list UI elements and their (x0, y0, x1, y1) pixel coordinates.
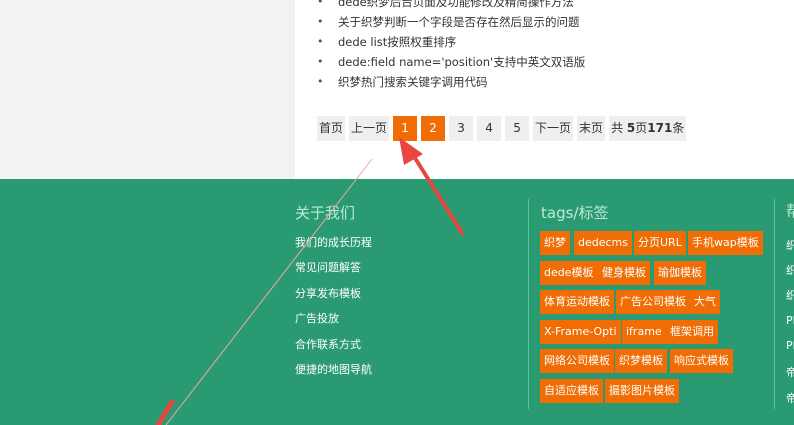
help-title: 帮 (786, 202, 794, 220)
tag-item[interactable]: 手机wap模板 (688, 231, 763, 255)
tag-item[interactable]: 自适应模板 (540, 379, 603, 403)
about-links: 我们的成长历程 常见问题解答 分享发布模板 广告投放 合作联系方式 便捷的地图导… (295, 235, 372, 387)
bullet-icon: • (317, 0, 324, 8)
items-unit: 条 (672, 121, 685, 135)
footer-link[interactable]: 织 (786, 262, 794, 278)
about-us-title: 关于我们 (295, 204, 356, 222)
footer-link[interactable]: 织 (786, 237, 794, 253)
bullet-icon: • (317, 15, 324, 28)
related-article-list: • dede织梦后台页面及功能修改及精简操作方法 • 关于织梦判断一个字段是否存在然… (317, 0, 585, 92)
bullet-icon: • (317, 35, 324, 48)
footer-divider (528, 199, 529, 409)
tag-item[interactable]: 广告公司模板 (616, 290, 690, 314)
pagination: 首页 上一页 1 2 3 4 5 下一页 末页 共 5页171条 (317, 116, 690, 141)
footer-link[interactable]: 合作联系方式 (295, 337, 372, 362)
article-link[interactable]: dede list按照权重排序 (338, 35, 456, 49)
page-4-link[interactable]: 4 (477, 116, 502, 141)
tag-item[interactable]: iframe (622, 320, 666, 344)
footer-link[interactable]: 我们的成长历程 (295, 235, 372, 260)
total-pages: 5 (626, 121, 636, 135)
tag-item[interactable]: 摄影图片模板 (605, 379, 679, 403)
footer-link[interactable]: 广告投放 (295, 311, 372, 336)
footer-link[interactable]: 织 (786, 287, 794, 303)
prev-page-link[interactable]: 上一页 (349, 116, 390, 141)
last-page-link[interactable]: 末页 (577, 116, 606, 141)
article-link[interactable]: dede织梦后台页面及功能修改及精简操作方法 (338, 0, 574, 9)
pages-unit: 页 (635, 121, 648, 135)
page-2-link[interactable]: 2 (421, 116, 446, 141)
footer-link[interactable]: 分享发布模板 (295, 286, 372, 311)
page-5-link[interactable]: 5 (505, 116, 530, 141)
next-page-link[interactable]: 下一页 (533, 116, 574, 141)
bullet-icon: • (317, 55, 324, 68)
tag-item[interactable]: 织梦模板 (615, 349, 667, 373)
tag-item[interactable]: 健身模板 (598, 261, 650, 285)
article-link[interactable]: 织梦热门搜索关键字调用代码 (338, 75, 488, 89)
tag-item[interactable]: 体育运动模板 (540, 290, 614, 314)
list-item[interactable]: • dede list按照权重排序 (317, 32, 585, 52)
first-page-link[interactable]: 首页 (317, 116, 346, 141)
list-item[interactable]: • dede织梦后台页面及功能修改及精简操作方法 (317, 0, 585, 12)
article-link[interactable]: dede:field name='position'支持中英文双语版 (338, 55, 585, 69)
tag-item[interactable]: 大气 (690, 290, 720, 314)
tags-title: tags/标签 (541, 204, 609, 222)
footer-link[interactable]: 常见问题解答 (295, 260, 372, 285)
tag-item[interactable]: 分页URL (634, 231, 686, 255)
article-link[interactable]: 关于织梦判断一个字段是否存在然后显示的问题 (338, 15, 580, 29)
list-item[interactable]: • dede:field name='position'支持中英文双语版 (317, 52, 585, 72)
page-total-info: 共 5页171条 (609, 116, 687, 141)
tag-item[interactable]: 瑜伽模板 (654, 261, 706, 285)
tag-item[interactable]: X-Frame-Opti (540, 320, 621, 344)
tag-item[interactable]: 网络公司模板 (540, 349, 614, 373)
total-items: 171 (647, 121, 673, 135)
tag-item[interactable]: dedecms (574, 231, 632, 255)
tag-item[interactable]: 织梦 (540, 231, 570, 255)
footer-link[interactable]: Pl (786, 339, 794, 352)
tag-item[interactable]: 框架调用 (666, 320, 718, 344)
tag-item[interactable]: dede模板 (540, 261, 598, 285)
footer-link[interactable]: 帝 (786, 390, 794, 406)
footer-link[interactable]: 便捷的地图导航 (295, 362, 372, 387)
total-prefix: 共 (611, 121, 624, 135)
tag-item[interactable]: 响应式模板 (670, 349, 733, 373)
site-footer: 关于我们 我们的成长历程 常见问题解答 分享发布模板 广告投放 合作联系方式 便… (0, 179, 794, 425)
footer-link[interactable]: Pl (786, 314, 794, 327)
footer-divider (774, 199, 775, 409)
list-item[interactable]: • 关于织梦判断一个字段是否存在然后显示的问题 (317, 12, 585, 32)
page-1-current: 1 (393, 116, 418, 141)
bullet-icon: • (317, 75, 324, 88)
content-panel: • dede织梦后台页面及功能修改及精简操作方法 • 关于织梦判断一个字段是否存在然… (295, 0, 794, 179)
page-3-link[interactable]: 3 (449, 116, 474, 141)
list-item[interactable]: • 织梦热门搜索关键字调用代码 (317, 72, 585, 92)
footer-link[interactable]: 帝 (786, 364, 794, 380)
